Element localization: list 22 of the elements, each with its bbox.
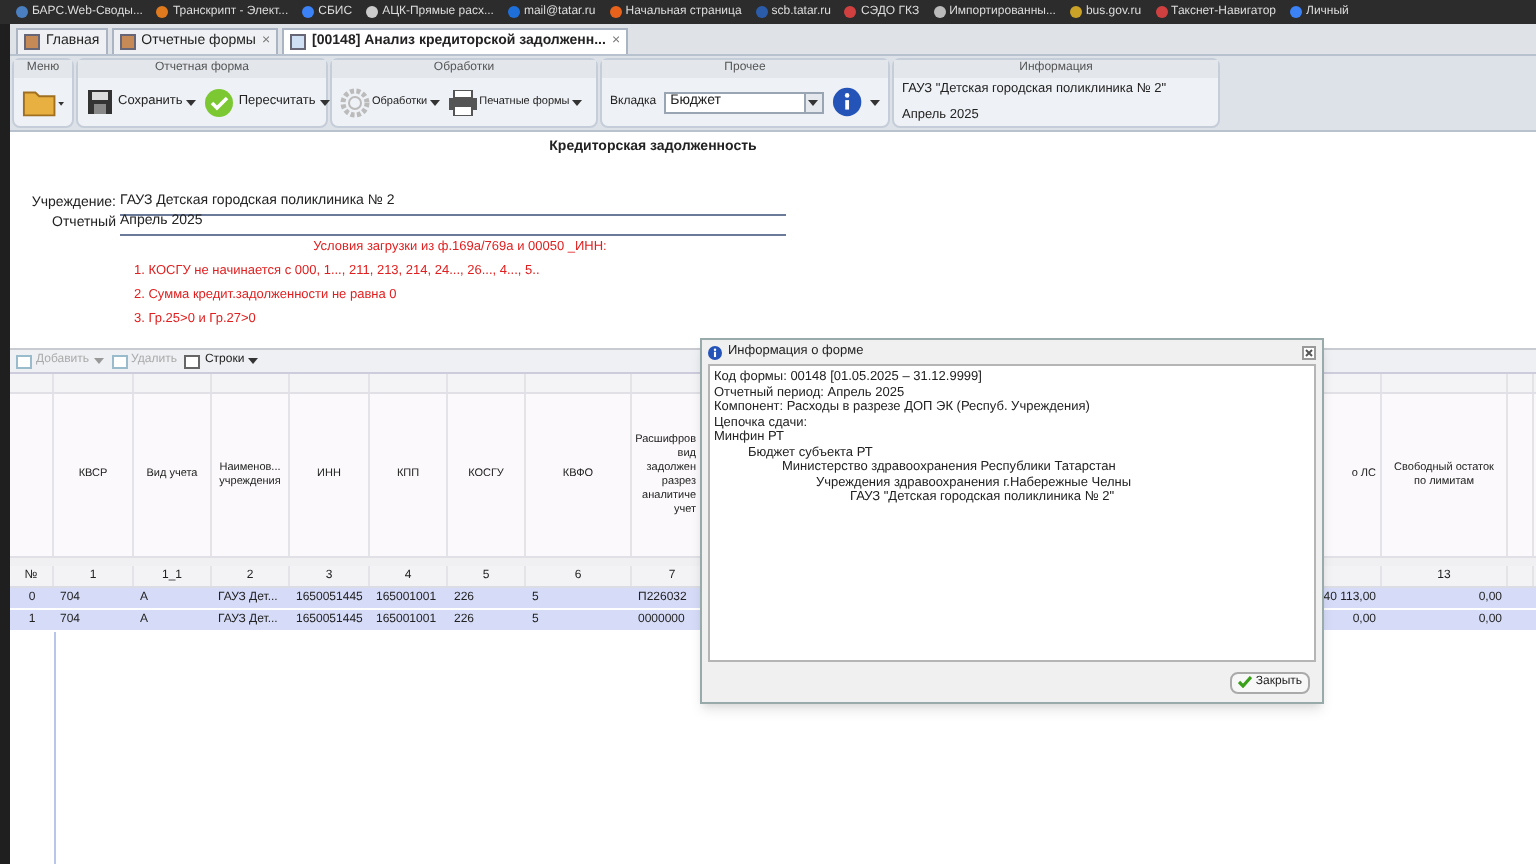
caret-icon <box>186 99 197 105</box>
info-icon <box>708 345 722 359</box>
printer-icon <box>447 89 478 115</box>
caret-icon <box>319 99 330 105</box>
caret-icon <box>248 358 259 365</box>
row-icon <box>111 353 128 370</box>
caret-icon <box>808 99 819 105</box>
checkmark-icon <box>204 87 235 117</box>
page-icon <box>290 34 307 50</box>
page-icon <box>119 34 136 50</box>
caret-icon <box>870 99 880 105</box>
caret-icon <box>429 99 440 105</box>
gear-icon <box>340 87 370 117</box>
row-icon <box>184 353 201 370</box>
info-icon[interactable] <box>831 86 862 118</box>
close-icon[interactable] <box>1302 345 1316 359</box>
checkmark-icon <box>1237 676 1252 688</box>
caret-icon <box>93 358 104 365</box>
folder-icon[interactable] <box>22 86 64 118</box>
caret-icon <box>571 99 582 105</box>
row-icon <box>16 353 32 370</box>
page-icon <box>24 34 40 50</box>
